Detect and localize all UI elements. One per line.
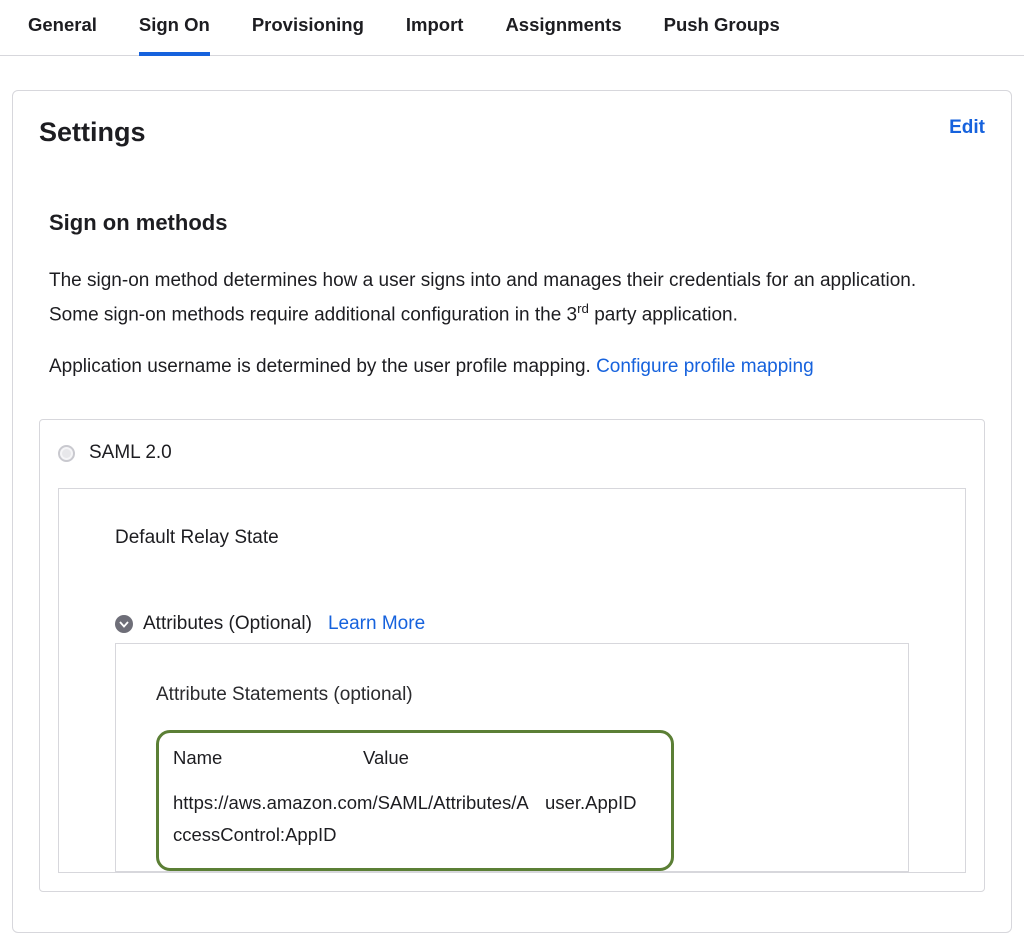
tab-push-groups[interactable]: Push Groups xyxy=(664,0,780,56)
header-name: Name xyxy=(173,747,363,769)
tab-assignments[interactable]: Assignments xyxy=(505,0,621,56)
header-value: Value xyxy=(363,747,657,769)
tab-general[interactable]: General xyxy=(28,0,97,56)
learn-more-link[interactable]: Learn More xyxy=(328,613,425,635)
attributes-container: Attribute Statements (optional) Name Val… xyxy=(115,643,909,872)
signon-methods-box: SAML 2.0 Default Relay State Attributes … xyxy=(39,419,985,892)
panel-title: Settings xyxy=(39,117,146,148)
attributes-label: Attributes (Optional) xyxy=(143,613,312,635)
saml-radio-label: SAML 2.0 xyxy=(89,442,172,464)
attribute-table-row: https://aws.amazon.com/SAML/Attributes/A… xyxy=(173,787,657,850)
tab-provisioning[interactable]: Provisioning xyxy=(252,0,364,56)
saml-radio[interactable] xyxy=(58,445,75,462)
saml-radio-row: SAML 2.0 xyxy=(40,420,984,488)
tab-import[interactable]: Import xyxy=(406,0,464,56)
attribute-statements-title: Attribute Statements (optional) xyxy=(156,684,868,706)
saml-config-box: Default Relay State Attributes (Optional… xyxy=(58,488,966,873)
attribute-highlight-box: Name Value https://aws.amazon.com/SAML/A… xyxy=(156,730,674,871)
settings-panel: Settings Edit Sign on methods The sign-o… xyxy=(12,90,1012,933)
default-relay-state-label: Default Relay State xyxy=(115,527,909,549)
attributes-section-header[interactable]: Attributes (Optional) Learn More xyxy=(115,613,909,635)
edit-button[interactable]: Edit xyxy=(949,117,985,139)
chevron-down-icon xyxy=(115,615,133,633)
configure-profile-mapping-link[interactable]: Configure profile mapping xyxy=(596,356,814,377)
signon-description-1: The sign-on method determines how a user… xyxy=(39,264,939,332)
tab-sign-on[interactable]: Sign On xyxy=(139,0,210,56)
attr-name-cell: https://aws.amazon.com/SAML/Attributes/A… xyxy=(173,787,545,850)
attr-value-cell: user.AppID xyxy=(545,787,657,850)
tab-bar: General Sign On Provisioning Import Assi… xyxy=(0,0,1024,56)
signon-description-2: Application username is determined by th… xyxy=(39,350,939,383)
attribute-table-header: Name Value xyxy=(173,747,657,769)
signon-heading: Sign on methods xyxy=(39,210,985,236)
